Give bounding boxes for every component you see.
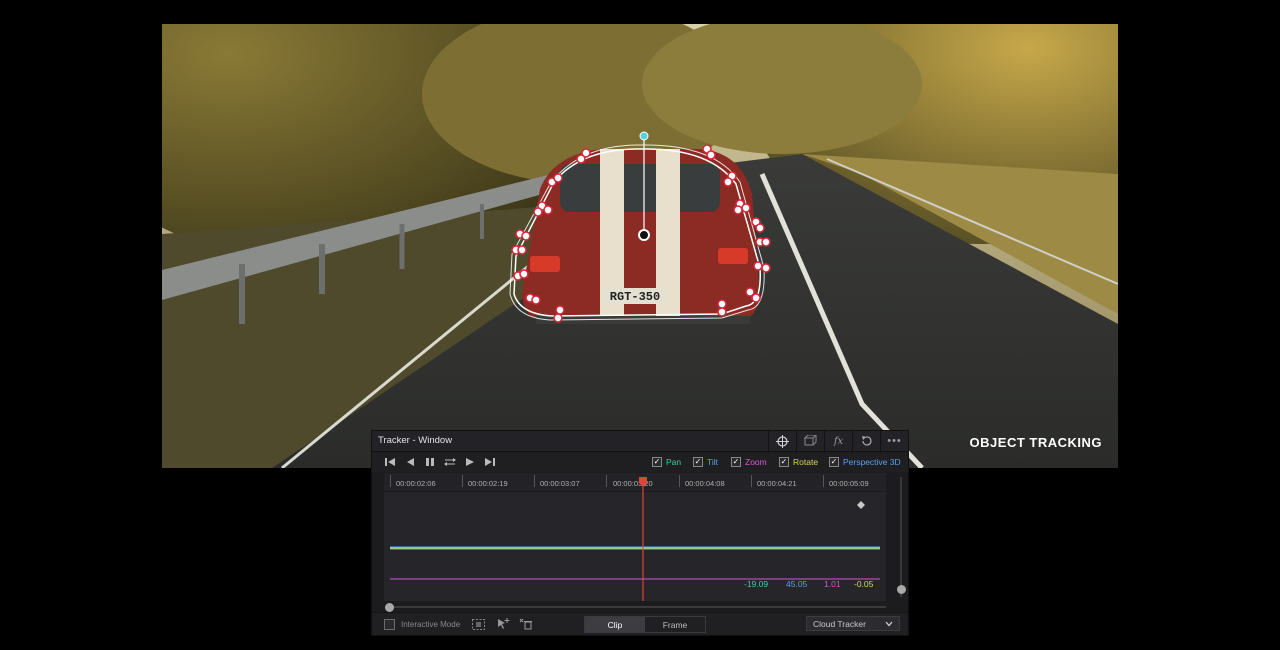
stop-icon[interactable] [424, 456, 436, 468]
frame-select-icon[interactable] [471, 617, 485, 631]
tilt-label: Tilt [707, 457, 719, 467]
tab-frame[interactable]: Frame [645, 617, 705, 632]
feature-label: OBJECT TRACKING [969, 435, 1102, 450]
zoom-label: Zoom [745, 457, 767, 467]
option-tilt[interactable]: ✓ Tilt [693, 457, 718, 467]
skip-end-icon[interactable] [484, 456, 496, 468]
tilt-checkbox[interactable]: ✓ [693, 457, 703, 467]
rotate-checkbox[interactable]: ✓ [779, 457, 789, 467]
step-back-icon[interactable] [404, 456, 416, 468]
vertical-zoom-handle[interactable] [897, 585, 906, 594]
horizontal-zoom-track[interactable] [390, 606, 886, 608]
interactive-mode-checkbox[interactable] [384, 619, 395, 630]
playhead-handle[interactable] [639, 477, 647, 487]
pan-checkbox[interactable]: ✓ [652, 457, 662, 467]
tracker-panel: Tracker - Window fx ••• ✓ Pan ✓ Tilt ✓ Z… [371, 430, 909, 636]
tracker-title: Tracker - Window [378, 435, 453, 446]
option-rotate[interactable]: ✓ Rotate [779, 457, 818, 467]
tab-clip[interactable]: Clip [585, 617, 645, 632]
video-viewer[interactable]: RGT-350 OBJECT TRACKING [162, 24, 1118, 468]
chevron-down-icon [885, 619, 893, 629]
interactive-mode-toggle[interactable]: Interactive Mode [384, 619, 460, 630]
interactive-mode-label: Interactive Mode [401, 620, 461, 629]
center-handle[interactable] [638, 229, 650, 241]
vertical-zoom-track[interactable] [900, 477, 902, 597]
pan-value: -19.09 [744, 579, 769, 589]
tracker-header: Tracker - Window fx ••• [372, 431, 908, 452]
tracker-controls: ✓ Pan ✓ Tilt ✓ Zoom ✓ Rotate ✓ Perspecti… [372, 452, 908, 472]
reset-icon[interactable] [852, 431, 880, 451]
tracker-type-value: Cloud Tracker [813, 618, 866, 629]
option-zoom[interactable]: ✓ Zoom [731, 457, 767, 467]
tracking-graph[interactable]: 00:00:02:06 00:00:02:19 00:00:03:07 00:0… [384, 473, 886, 601]
play-icon[interactable] [464, 456, 476, 468]
tracker-type-select[interactable]: Cloud Tracker [806, 616, 900, 631]
fx-icon[interactable]: fx [824, 431, 852, 451]
tilt-value: 45.05 [786, 579, 808, 589]
perspective-3d-label: Perspective 3D [843, 457, 901, 467]
zoom-value: 1.01 [824, 579, 841, 589]
license-plate: RGT-350 [610, 290, 660, 304]
rotate-label: Rotate [793, 457, 819, 467]
rotate-value: -0.05 [854, 579, 874, 589]
more-icon[interactable]: ••• [880, 431, 908, 451]
cube-icon[interactable] [796, 431, 824, 451]
add-point-icon[interactable] [496, 617, 510, 631]
delete-point-icon[interactable] [518, 617, 532, 631]
pan-label: Pan [666, 457, 682, 467]
rotation-handle[interactable] [639, 131, 649, 141]
keyframe-marker[interactable] [857, 501, 865, 509]
skip-start-icon[interactable] [384, 456, 396, 468]
perspective-3d-checkbox[interactable]: ✓ [829, 457, 839, 467]
clip-frame-toggle[interactable]: Clip Frame [584, 616, 706, 633]
bidirectional-icon[interactable] [444, 456, 456, 468]
zoom-checkbox[interactable]: ✓ [731, 457, 741, 467]
crosshair-icon[interactable] [768, 431, 796, 451]
option-perspective-3d[interactable]: ✓ Perspective 3D [829, 457, 901, 467]
tracker-footer: Interactive Mode Clip Frame Cloud Tracke… [372, 612, 908, 635]
option-pan[interactable]: ✓ Pan [652, 457, 681, 467]
horizontal-zoom-handle[interactable] [385, 603, 394, 612]
video-frame: RGT-350 [162, 24, 1118, 468]
